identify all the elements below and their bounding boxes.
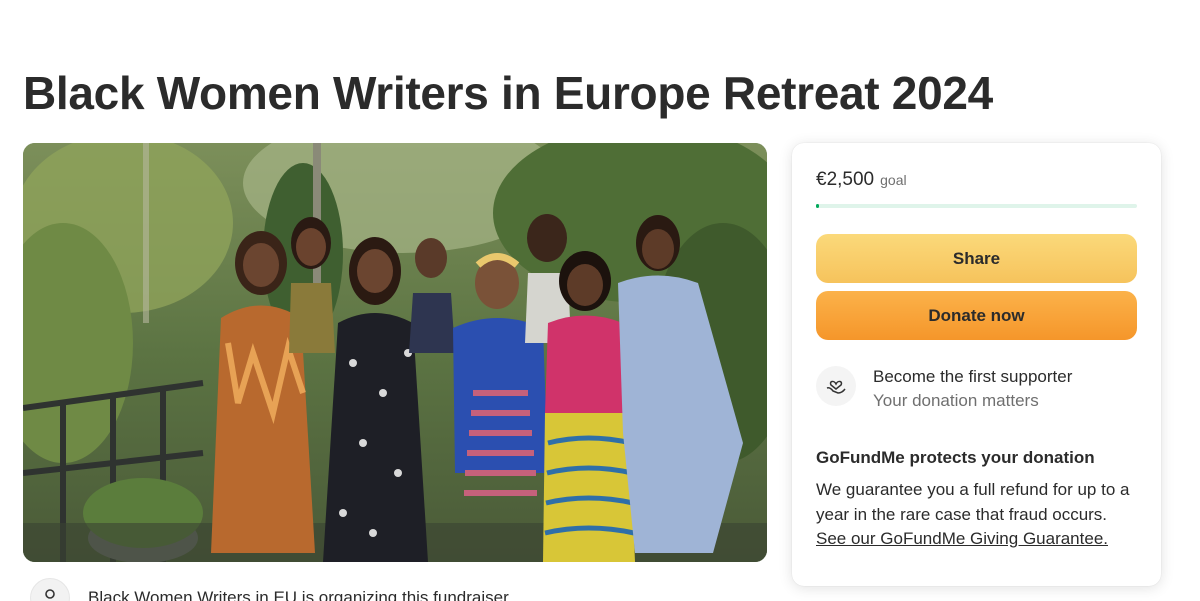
goal-label: goal [880, 172, 907, 188]
organizer-row: Black Women Writers in EU is organizing … [30, 578, 513, 601]
supporter-block: Become the first supporter Your donation… [816, 365, 1137, 413]
protect-title: GoFundMe protects your donation [816, 448, 1095, 467]
donation-card: €2,500 goal Share Donate now Become the … [792, 143, 1161, 586]
goal-amount: €2,500 [816, 169, 875, 190]
protect-body: We guarantee you a full refund for up to… [816, 480, 1130, 524]
giving-guarantee-link[interactable]: See our GoFundMe Giving Guarantee. [816, 529, 1108, 548]
progress-fill [816, 204, 820, 208]
progress-bar [816, 204, 1137, 208]
supporter-subtitle: Your donation matters [873, 391, 1039, 410]
page-title: Black Women Writers in Europe Retreat 20… [23, 67, 993, 119]
donate-button[interactable]: Donate now [816, 291, 1137, 340]
user-icon [30, 578, 70, 601]
supporter-title: Become the first supporter [873, 367, 1073, 386]
goal-row: €2,500 goal [816, 169, 1137, 195]
protect-text: We guarantee you a full refund for up to… [816, 478, 1136, 552]
share-button[interactable]: Share [816, 234, 1137, 283]
group-photo [23, 143, 767, 562]
organizer-text: Black Women Writers in EU is organizing … [88, 588, 513, 601]
hero-image [23, 143, 767, 562]
heart-hands-icon [816, 366, 856, 406]
